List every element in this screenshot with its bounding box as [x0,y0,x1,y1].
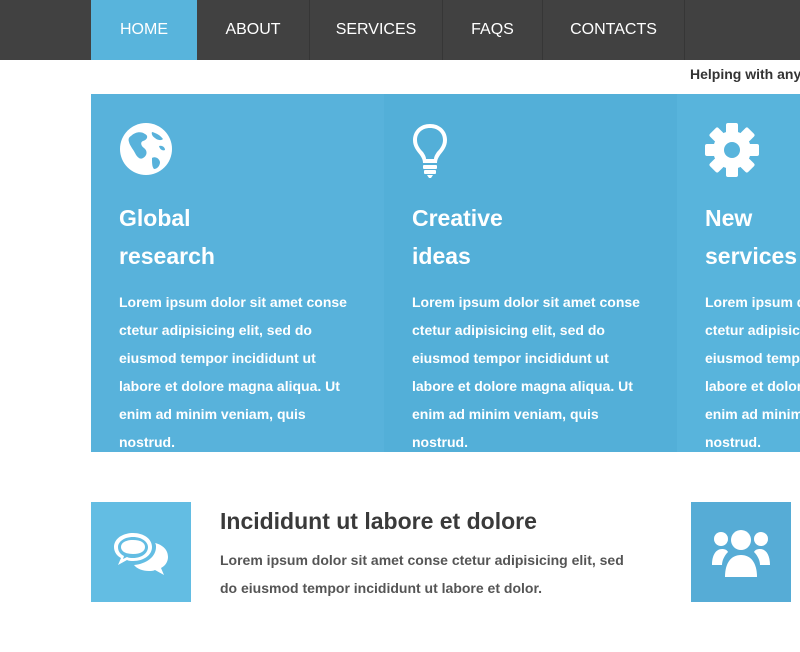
feature-description: Lorem ipsum dolor sit amet conse ctetur … [705,294,800,450]
lightbulb-icon [412,122,468,178]
feature-box-global-research: Global research Lorem ipsum dolor sit am… [91,94,384,452]
chat-bubbles-icon [91,502,191,602]
users-group-icon [691,502,791,602]
globe-icon [119,122,175,178]
feature-title: New services [705,199,800,275]
gear-icon [705,122,761,178]
feature-title-line2: ideas [412,243,471,269]
feature-title: Creative ideas [412,199,652,275]
nav-item-label: HOME [120,21,168,38]
nav-item-about[interactable]: ABOUT [197,0,310,60]
feature-title-line2: services [705,243,798,269]
feature-title-line1: New [705,205,753,231]
section-description: Lorem ipsum dolor sit amet conse ctetur … [220,552,624,596]
feature-title-line1: Creative [412,205,503,231]
feature-description: Lorem ipsum dolor sit amet conse ctetur … [412,294,640,450]
feature-title-line2: research [119,243,215,269]
section-heading: Incididunt ut labore et dolore [220,508,537,534]
feature-title-line1: Global [119,205,191,231]
nav-item-services[interactable]: SERVICES [310,0,443,60]
feature-box-creative-ideas: Creative ideas Lorem ipsum dolor sit ame… [384,94,677,452]
nav-item-label: CONTACTS [570,21,657,38]
nav-item-label: ABOUT [225,21,281,38]
feature-box-new-services: New services Lorem ipsum dolor sit amet … [677,94,800,452]
feature-title: Global research [119,199,359,275]
nav-item-label: SERVICES [335,21,417,38]
nav-item-home[interactable]: HOME [91,0,197,60]
nav-item-label: FAQS [471,21,514,38]
header-tagline: Helping with any qu [690,66,800,82]
feature-description: Lorem ipsum dolor sit amet conse ctetur … [119,294,347,450]
nav-item-contacts[interactable]: CONTACTS [543,0,685,60]
nav-item-faqs[interactable]: FAQS [443,0,543,60]
main-navigation: HOME ABOUT SERVICES FAQS CONTACTS [0,0,800,60]
